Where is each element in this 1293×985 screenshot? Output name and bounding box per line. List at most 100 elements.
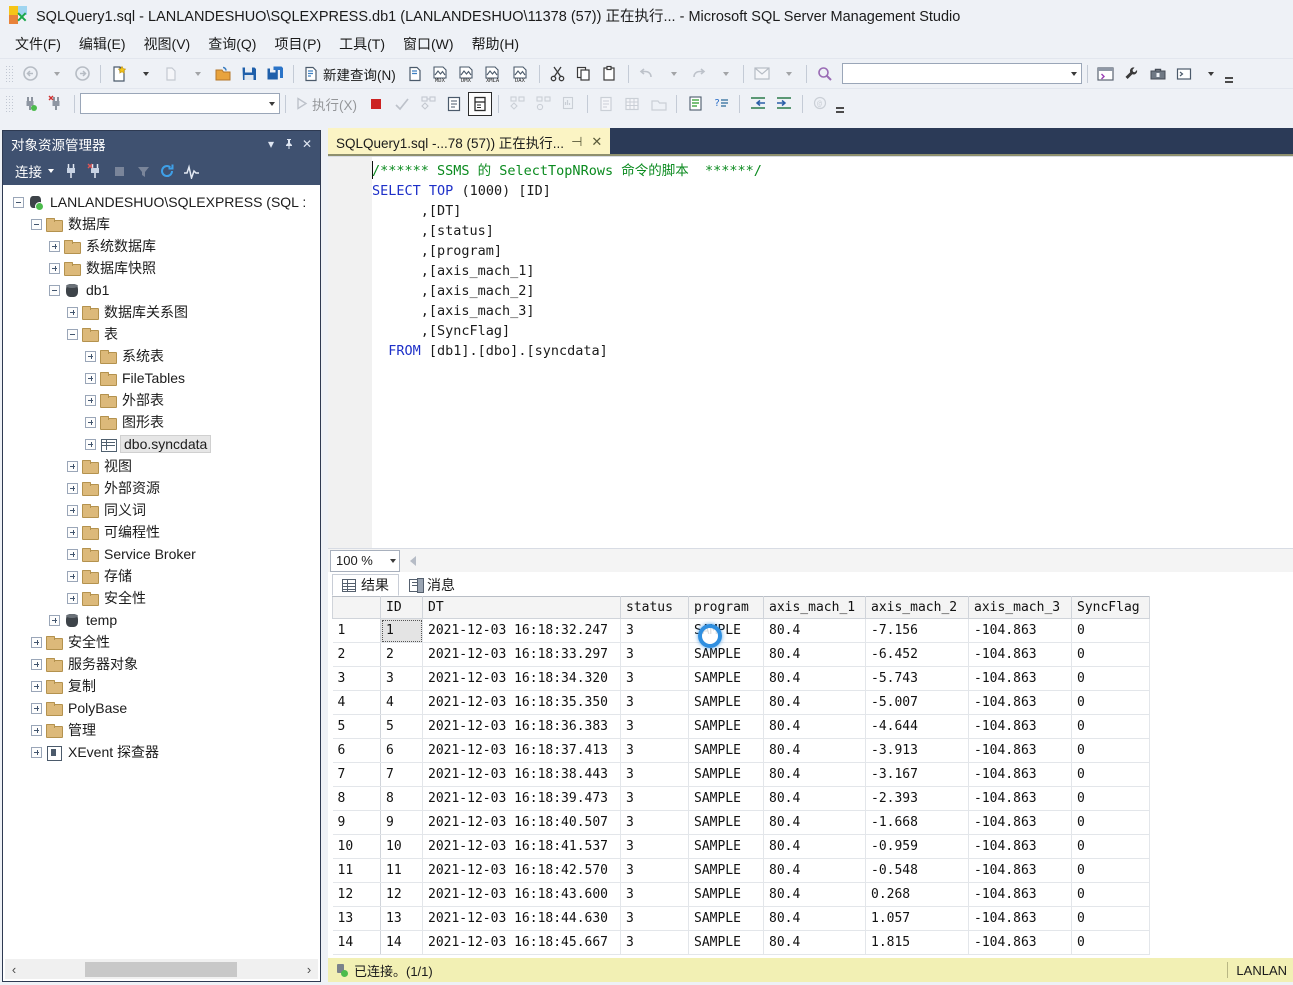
table-row[interactable]: 2 2 2021-12-03 16:18:33.297 3 SAMPLE 80.4 -6.4… xyxy=(332,642,1150,667)
expand-icon[interactable] xyxy=(49,262,60,274)
table-cell[interactable]: -104.863 xyxy=(968,882,1072,907)
expand-icon[interactable] xyxy=(31,658,42,670)
new-item-button[interactable] xyxy=(159,62,183,86)
tree-node[interactable]: LANLANDESHUO\SQLEXPRESS (SQL : xyxy=(5,191,318,213)
close-icon[interactable]: ✕ xyxy=(298,135,316,153)
grid-corner-header[interactable] xyxy=(332,596,381,619)
tree-node[interactable]: 同义词 xyxy=(5,499,318,521)
toolbar-grip[interactable] xyxy=(5,64,14,83)
row-header-cell[interactable]: 6 xyxy=(332,738,381,763)
table-cell[interactable]: SAMPLE xyxy=(688,930,764,955)
stop-icon[interactable] xyxy=(108,160,130,182)
menu-help[interactable]: 帮助(H) xyxy=(463,32,528,56)
object-explorer-tree[interactable]: LANLANDESHUO\SQLEXPRESS (SQL : 数据库 系统数据库 数据… xyxy=(5,187,318,957)
table-cell[interactable]: 4 xyxy=(380,690,423,715)
expand-icon[interactable] xyxy=(85,416,96,428)
toolbar-grip[interactable] xyxy=(5,94,14,113)
table-cell[interactable]: -0.548 xyxy=(865,858,969,883)
scroll-left-icon[interactable]: ‹ xyxy=(5,960,23,978)
menu-query[interactable]: 查询(Q) xyxy=(199,32,265,56)
table-cell[interactable]: -4.644 xyxy=(865,714,969,739)
object-explorer-hscrollbar[interactable]: ‹ › xyxy=(5,959,318,979)
command-window-dropdown[interactable] xyxy=(1198,62,1222,86)
tree-node[interactable]: 存储 xyxy=(5,565,318,587)
table-cell[interactable]: 2021-12-03 16:18:37.413 xyxy=(422,738,621,763)
table-cell[interactable]: -104.863 xyxy=(968,762,1072,787)
filter-icon[interactable] xyxy=(132,160,154,182)
table-row[interactable]: 11 11 2021-12-03 16:18:42.570 3 SAMPLE 80.4 -0… xyxy=(332,858,1150,883)
navigate-forward-button[interactable] xyxy=(70,62,94,86)
row-header-cell[interactable]: 11 xyxy=(332,858,381,883)
table-cell[interactable]: SAMPLE xyxy=(688,882,764,907)
row-header-cell[interactable]: 12 xyxy=(332,882,381,907)
results-to-grid-alt-button[interactable] xyxy=(620,92,644,116)
table-cell[interactable]: 0 xyxy=(1071,906,1150,931)
table-cell[interactable]: 80.4 xyxy=(763,882,866,907)
tab-pin-icon[interactable]: ⊣ xyxy=(569,134,584,150)
table-cell[interactable]: -3.913 xyxy=(865,738,969,763)
tree-node[interactable]: db1 xyxy=(5,279,318,301)
expand-icon[interactable] xyxy=(67,592,78,604)
table-cell[interactable]: 80.4 xyxy=(763,642,866,667)
collapse-icon[interactable] xyxy=(31,218,42,230)
row-header-cell[interactable]: 13 xyxy=(332,906,381,931)
table-cell[interactable]: 80.4 xyxy=(763,906,866,931)
tree-node[interactable]: 图形表 xyxy=(5,411,318,433)
table-cell[interactable]: 3 xyxy=(380,666,423,691)
tree-node[interactable]: 表 xyxy=(5,323,318,345)
table-cell[interactable]: 3 xyxy=(620,810,689,835)
tab-messages[interactable]: 消息 xyxy=(399,574,465,596)
expand-icon[interactable] xyxy=(31,680,42,692)
row-header-cell[interactable]: 8 xyxy=(332,786,381,811)
table-cell[interactable]: -2.393 xyxy=(865,786,969,811)
table-cell[interactable]: -1.668 xyxy=(865,810,969,835)
table-cell[interactable]: 80.4 xyxy=(763,666,866,691)
table-cell[interactable]: -104.863 xyxy=(968,714,1072,739)
menu-view[interactable]: 视图(V) xyxy=(135,32,200,56)
table-cell[interactable]: 3 xyxy=(620,738,689,763)
results-to-grid-button[interactable] xyxy=(468,91,492,116)
table-cell[interactable]: 80.4 xyxy=(763,714,866,739)
table-cell[interactable]: 2021-12-03 16:18:40.507 xyxy=(422,810,621,835)
expand-icon[interactable] xyxy=(67,482,78,494)
row-header-cell[interactable]: 9 xyxy=(332,810,381,835)
find-icon-button[interactable] xyxy=(813,62,837,86)
tree-node[interactable]: 数据库快照 xyxy=(5,257,318,279)
results-to-text-button[interactable] xyxy=(594,92,618,116)
table-cell[interactable]: SAMPLE xyxy=(688,834,764,859)
table-cell[interactable]: 0 xyxy=(1071,930,1150,955)
command-window-button[interactable] xyxy=(1172,62,1196,86)
row-header-cell[interactable]: 5 xyxy=(332,714,381,739)
expand-icon[interactable] xyxy=(31,724,42,736)
table-row[interactable]: 5 5 2021-12-03 16:18:36.383 3 SAMPLE 80.4 -4.6… xyxy=(332,714,1150,739)
menu-project[interactable]: 项目(P) xyxy=(265,32,330,56)
disconnect-button[interactable] xyxy=(44,92,68,116)
new-query-button[interactable]: 新建查询(N) xyxy=(300,62,401,86)
table-cell[interactable]: SAMPLE xyxy=(688,666,764,691)
tab-results[interactable]: 结果 xyxy=(332,574,399,596)
table-cell[interactable]: 2021-12-03 16:18:42.570 xyxy=(422,858,621,883)
table-cell[interactable]: SAMPLE xyxy=(688,810,764,835)
collapse-icon[interactable] xyxy=(13,196,24,208)
table-row[interactable]: 9 9 2021-12-03 16:18:40.507 3 SAMPLE 80.4 -1.6… xyxy=(332,810,1150,835)
column-header[interactable]: ID xyxy=(380,596,423,619)
tree-node[interactable]: 数据库 xyxy=(5,213,318,235)
tree-node[interactable]: 外部表 xyxy=(5,389,318,411)
table-cell[interactable]: SAMPLE xyxy=(688,786,764,811)
table-cell[interactable]: 6 xyxy=(380,738,423,763)
toolbox-button[interactable] xyxy=(1146,62,1170,86)
new-project-button[interactable] xyxy=(107,62,131,86)
tree-node[interactable]: dbo.syncdata xyxy=(5,433,318,455)
new-query-current-connection-button[interactable] xyxy=(403,62,427,86)
new-xmla-query-button[interactable]: XMLA xyxy=(481,62,507,86)
expand-icon[interactable] xyxy=(67,570,78,582)
collapse-icon[interactable] xyxy=(67,328,78,340)
table-cell[interactable]: 0 xyxy=(1071,690,1150,715)
specify-values-button[interactable]: @ xyxy=(809,92,833,116)
table-cell[interactable]: SAMPLE xyxy=(688,642,764,667)
table-cell[interactable]: 1.815 xyxy=(865,930,969,955)
table-cell[interactable]: -104.863 xyxy=(968,738,1072,763)
table-cell[interactable]: -0.959 xyxy=(865,834,969,859)
undo-button[interactable] xyxy=(635,62,659,86)
table-cell[interactable]: -104.863 xyxy=(968,666,1072,691)
